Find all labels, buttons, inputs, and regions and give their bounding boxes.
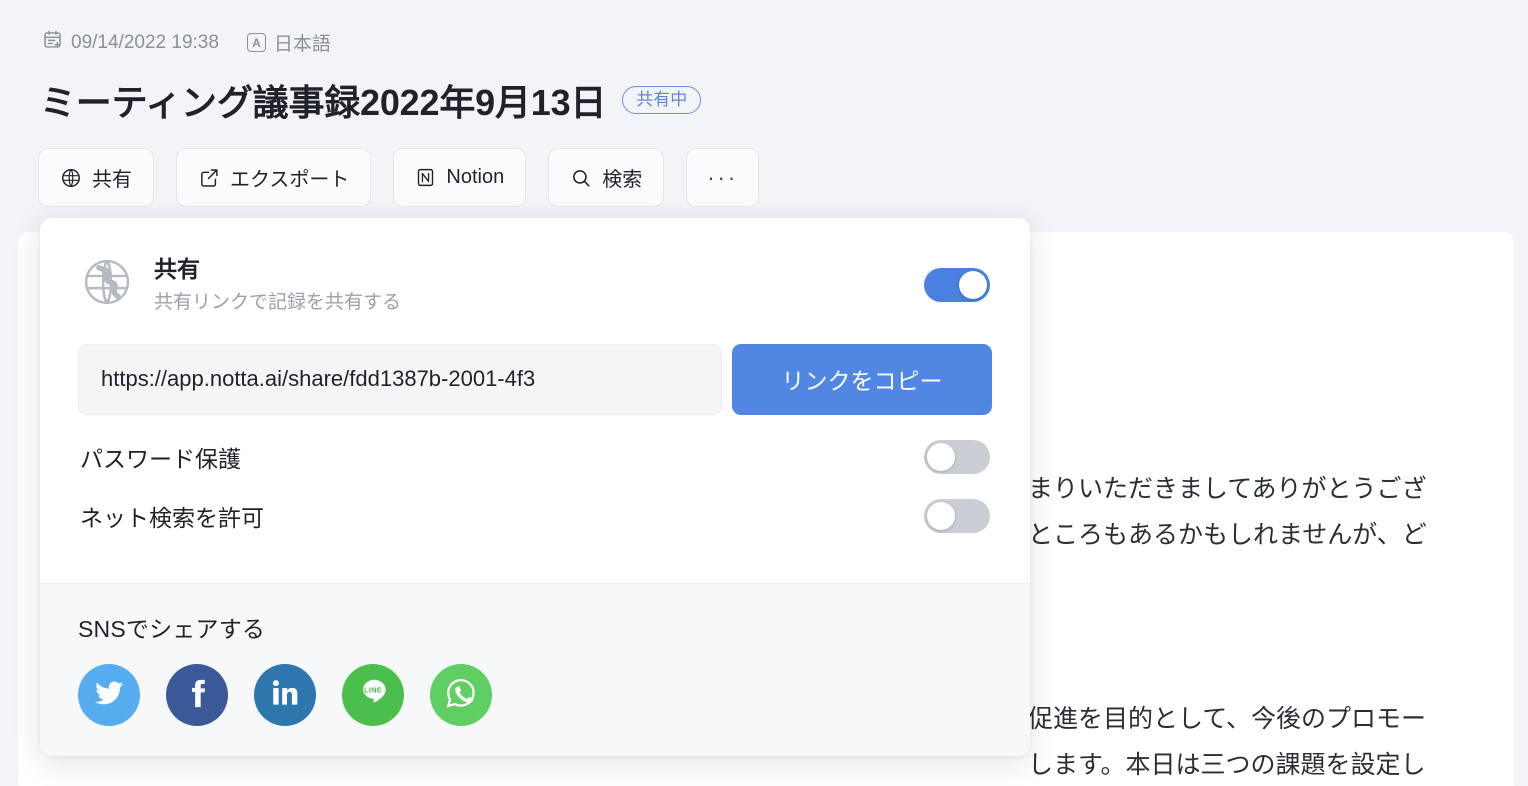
- globe-icon: [80, 255, 134, 314]
- globe-icon: [60, 167, 82, 189]
- status-badge: 共有中: [622, 86, 702, 114]
- toggle-knob: [959, 270, 987, 299]
- transcript-line: 促進を目的として、今後のプロモー: [1028, 705, 1427, 733]
- toggle-knob: [927, 442, 955, 471]
- facebook-icon: [180, 676, 214, 713]
- search-button-label: 検索: [602, 169, 643, 191]
- share-link-row: https://app.notta.ai/share/fdd1387b-2001…: [78, 343, 992, 415]
- password-protect-toggle[interactable]: [924, 439, 990, 474]
- sns-share-title: SNSでシェアする: [78, 615, 266, 642]
- share-line-button[interactable]: LINE: [342, 663, 404, 726]
- whatsapp-icon: [443, 675, 479, 714]
- search-button[interactable]: 検索: [548, 148, 665, 207]
- export-button-label: エクスポート: [230, 169, 350, 191]
- option-row-search: ネット検索を許可: [78, 474, 992, 533]
- allow-web-search-label: ネット検索を許可: [80, 504, 264, 531]
- linkedin-icon: [268, 676, 302, 713]
- share-panel-subtitle: 共有リンクで記録を共有する: [154, 292, 402, 314]
- export-icon: [198, 167, 220, 189]
- language-a-icon: A: [246, 33, 266, 52]
- title-row: ミーティング議事録2022年9月13日 共有中: [40, 74, 702, 126]
- meta-date: 09/14/2022 19:38: [42, 29, 219, 56]
- document-meta: 09/14/2022 19:38 A 日本語: [42, 29, 331, 56]
- share-enable-toggle[interactable]: [924, 267, 990, 302]
- share-panel-body: 共有 共有リンクで記録を共有する https://app.notta.ai/sh…: [40, 218, 1030, 555]
- transcript-line: ところもあるかもしれませんが、ど: [1028, 521, 1427, 549]
- toggle-knob: [927, 501, 955, 530]
- transcript-line: します。本日は三つの課題を設定し: [1028, 751, 1426, 779]
- twitter-icon: [92, 676, 126, 713]
- share-twitter-button[interactable]: [78, 663, 140, 726]
- share-panel-header: 共有 共有リンクで記録を共有する: [78, 248, 992, 316]
- notion-button[interactable]: Notion: [393, 148, 527, 207]
- notion-icon: [415, 167, 436, 188]
- share-whatsapp-button[interactable]: [430, 663, 492, 726]
- meta-language-text: 日本語: [273, 34, 331, 55]
- share-linkedin-button[interactable]: [254, 663, 316, 726]
- share-button[interactable]: 共有: [38, 148, 154, 207]
- meta-language: A 日本語: [246, 29, 331, 56]
- svg-text:LINE: LINE: [364, 686, 382, 695]
- more-options-button[interactable]: ···: [686, 148, 760, 207]
- notion-button-label: Notion: [446, 166, 505, 188]
- search-icon: [570, 167, 592, 189]
- password-protect-label: パスワード保護: [80, 445, 241, 472]
- share-link-input[interactable]: https://app.notta.ai/share/fdd1387b-2001…: [78, 343, 722, 415]
- share-popup-panel: 共有 共有リンクで記録を共有する https://app.notta.ai/sh…: [40, 218, 1030, 756]
- meta-date-text: 09/14/2022 19:38: [71, 31, 219, 53]
- copy-link-button[interactable]: リンクをコピー: [732, 343, 992, 415]
- document-toolbar: 共有 エクスポート Notion 検索 ···: [38, 148, 760, 207]
- share-panel-heading-text: 共有 共有リンクで記録を共有する: [154, 254, 904, 316]
- page-title[interactable]: ミーティング議事録2022年9月13日: [40, 74, 606, 126]
- transcript-paragraph-upper: まりいただきましてありがとうござ ところもあるかもしれませんが、ど: [1028, 466, 1528, 558]
- sns-icon-list: LINE: [78, 663, 992, 726]
- sns-share-section: SNSでシェアする LINE: [40, 582, 1030, 756]
- transcript-paragraph-lower: 促進を目的として、今後のプロモー します。本日は三つの課題を設定し: [1028, 696, 1528, 786]
- share-facebook-button[interactable]: [166, 663, 228, 726]
- transcript-line: まりいただきましてありがとうござ: [1028, 475, 1427, 503]
- more-icon: ···: [707, 164, 739, 190]
- share-button-label: 共有: [92, 169, 132, 191]
- allow-web-search-toggle[interactable]: [924, 498, 990, 533]
- calendar-plus-icon: [42, 29, 63, 56]
- option-row-password: パスワード保護: [78, 415, 992, 474]
- line-icon: LINE: [351, 671, 395, 718]
- export-button[interactable]: エクスポート: [176, 148, 372, 207]
- share-panel-title: 共有: [154, 256, 200, 282]
